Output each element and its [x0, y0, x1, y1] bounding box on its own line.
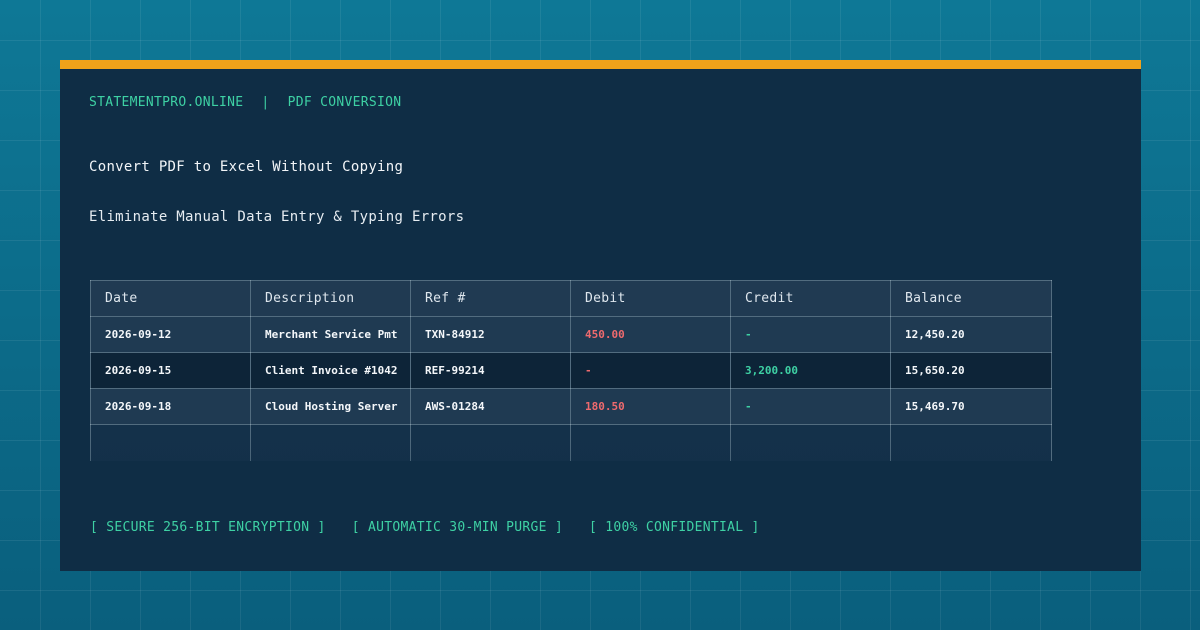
column-header-balance: Balance	[890, 280, 1052, 317]
cell-date: 2026-09-12	[90, 316, 251, 353]
cell-credit: 3,200.00	[730, 352, 891, 389]
table-row-empty	[90, 424, 1052, 461]
badge-confidential: [ 100% CONFIDENTIAL ]	[588, 520, 760, 535]
cell-debit: -	[570, 352, 731, 389]
column-header-ref: Ref #	[410, 280, 571, 317]
transactions-table-wrap: Date Description Ref # Debit Credit Bala…	[90, 280, 1052, 461]
column-header-credit: Credit	[730, 280, 891, 317]
cell-ref: REF-99214	[410, 352, 571, 389]
subline: Eliminate Manual Data Entry & Typing Err…	[89, 209, 465, 225]
brand-site: STATEMENTPRO.ONLINE	[89, 95, 244, 110]
cell-debit: 180.50	[570, 388, 731, 425]
table-row: 2026-09-12 Merchant Service Pmt TXN-8491…	[90, 316, 1052, 353]
accent-bar	[60, 60, 1141, 69]
brand-section: PDF CONVERSION	[287, 95, 402, 110]
cell-description: Merchant Service Pmt	[250, 316, 411, 353]
cell-description: Client Invoice #1042	[250, 352, 411, 389]
column-header-debit: Debit	[570, 280, 731, 317]
brand-line: STATEMENTPRO.ONLINE | PDF CONVERSION	[89, 95, 401, 110]
badge-encryption: [ SECURE 256-BIT ENCRYPTION ]	[90, 520, 326, 535]
cell-date: 2026-09-18	[90, 388, 251, 425]
cell-balance: 15,650.20	[890, 352, 1052, 389]
column-header-date: Date	[90, 280, 251, 317]
cell-empty	[250, 424, 411, 461]
transactions-table: Date Description Ref # Debit Credit Bala…	[90, 280, 1052, 461]
trust-badges: [ SECURE 256-BIT ENCRYPTION ] [ AUTOMATIC…	[90, 520, 786, 535]
column-header-description: Description	[250, 280, 411, 317]
cell-balance: 15,469.70	[890, 388, 1052, 425]
cell-credit: -	[730, 316, 891, 353]
cell-debit: 450.00	[570, 316, 731, 353]
cell-balance: 12,450.20	[890, 316, 1052, 353]
badge-purge: [ AUTOMATIC 30-MIN PURGE ]	[351, 520, 563, 535]
cell-empty	[410, 424, 571, 461]
headline: Convert PDF to Excel Without Copying	[89, 159, 404, 175]
cell-date: 2026-09-15	[90, 352, 251, 389]
cell-ref: TXN-84912	[410, 316, 571, 353]
cell-empty	[730, 424, 891, 461]
cell-description: Cloud Hosting Server	[250, 388, 411, 425]
cell-credit: -	[730, 388, 891, 425]
table-header-row: Date Description Ref # Debit Credit Bala…	[90, 280, 1052, 317]
table-row: 2026-09-18 Cloud Hosting Server AWS-0128…	[90, 388, 1052, 425]
cell-empty	[890, 424, 1052, 461]
table-row: 2026-09-15 Client Invoice #1042 REF-9921…	[90, 352, 1052, 389]
cell-empty	[90, 424, 251, 461]
cell-ref: AWS-01284	[410, 388, 571, 425]
cell-empty	[570, 424, 731, 461]
brand-separator: |	[261, 95, 270, 110]
statement-card: STATEMENTPRO.ONLINE | PDF CONVERSION Conve…	[60, 60, 1141, 571]
